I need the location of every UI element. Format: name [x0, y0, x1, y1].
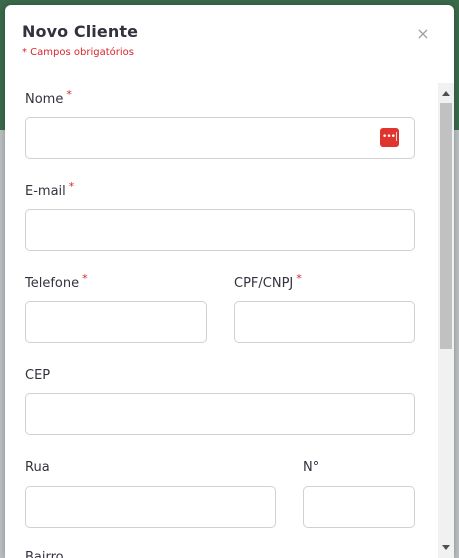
required-fields-note: * Campos obrigatórios	[22, 47, 134, 58]
bairro-label-text: Bairro	[25, 550, 64, 558]
cep-input[interactable]	[25, 393, 415, 435]
scrollbar-thumb[interactable]	[440, 103, 452, 349]
close-icon[interactable]: ×	[415, 25, 431, 43]
scroll-up-arrow-icon[interactable]	[442, 91, 450, 96]
cpf-cnpj-input[interactable]	[234, 301, 415, 343]
required-asterisk: *	[66, 88, 72, 101]
scroll-down-arrow-icon[interactable]	[442, 545, 450, 550]
required-asterisk: *	[296, 272, 302, 285]
email-input[interactable]	[25, 209, 415, 251]
nome-label: Nome *	[25, 88, 72, 107]
numero-input[interactable]	[303, 486, 415, 528]
numero-label-text: N°	[303, 460, 320, 475]
new-client-modal: Novo Cliente * Campos obrigatórios × Nom…	[5, 5, 454, 558]
modal-title: Novo Cliente	[22, 22, 139, 41]
cep-label: CEP	[25, 368, 50, 383]
nome-input[interactable]	[25, 117, 415, 159]
required-asterisk: *	[68, 180, 75, 193]
modal-scrollbar[interactable]	[438, 83, 454, 558]
numero-label: N°	[303, 460, 319, 475]
rua-label-text: Rua	[25, 460, 50, 475]
cpf-cnpj-label: CPF/CNPJ *	[234, 272, 302, 291]
telefone-label: Telefone *	[25, 272, 88, 291]
cep-label-text: CEP	[25, 368, 51, 383]
modal-body: Nome * •••| E-mail * Telefone * CPF/CNPJ * C…	[5, 83, 454, 558]
bairro-label: Bairro	[25, 550, 64, 558]
email-label-text: E-mail	[25, 184, 66, 199]
required-asterisk: *	[82, 272, 88, 285]
cpf-cnpj-label-text: CPF/CNPJ	[234, 276, 294, 291]
email-label: E-mail *	[25, 180, 74, 199]
password-manager-icon[interactable]: •••|	[380, 128, 399, 147]
rua-label: Rua	[25, 460, 50, 475]
telefone-input[interactable]	[25, 301, 207, 343]
nome-label-text: Nome	[25, 92, 64, 107]
telefone-label-text: Telefone	[25, 276, 80, 291]
rua-input[interactable]	[25, 486, 276, 528]
modal-header: Novo Cliente * Campos obrigatórios ×	[5, 5, 454, 83]
